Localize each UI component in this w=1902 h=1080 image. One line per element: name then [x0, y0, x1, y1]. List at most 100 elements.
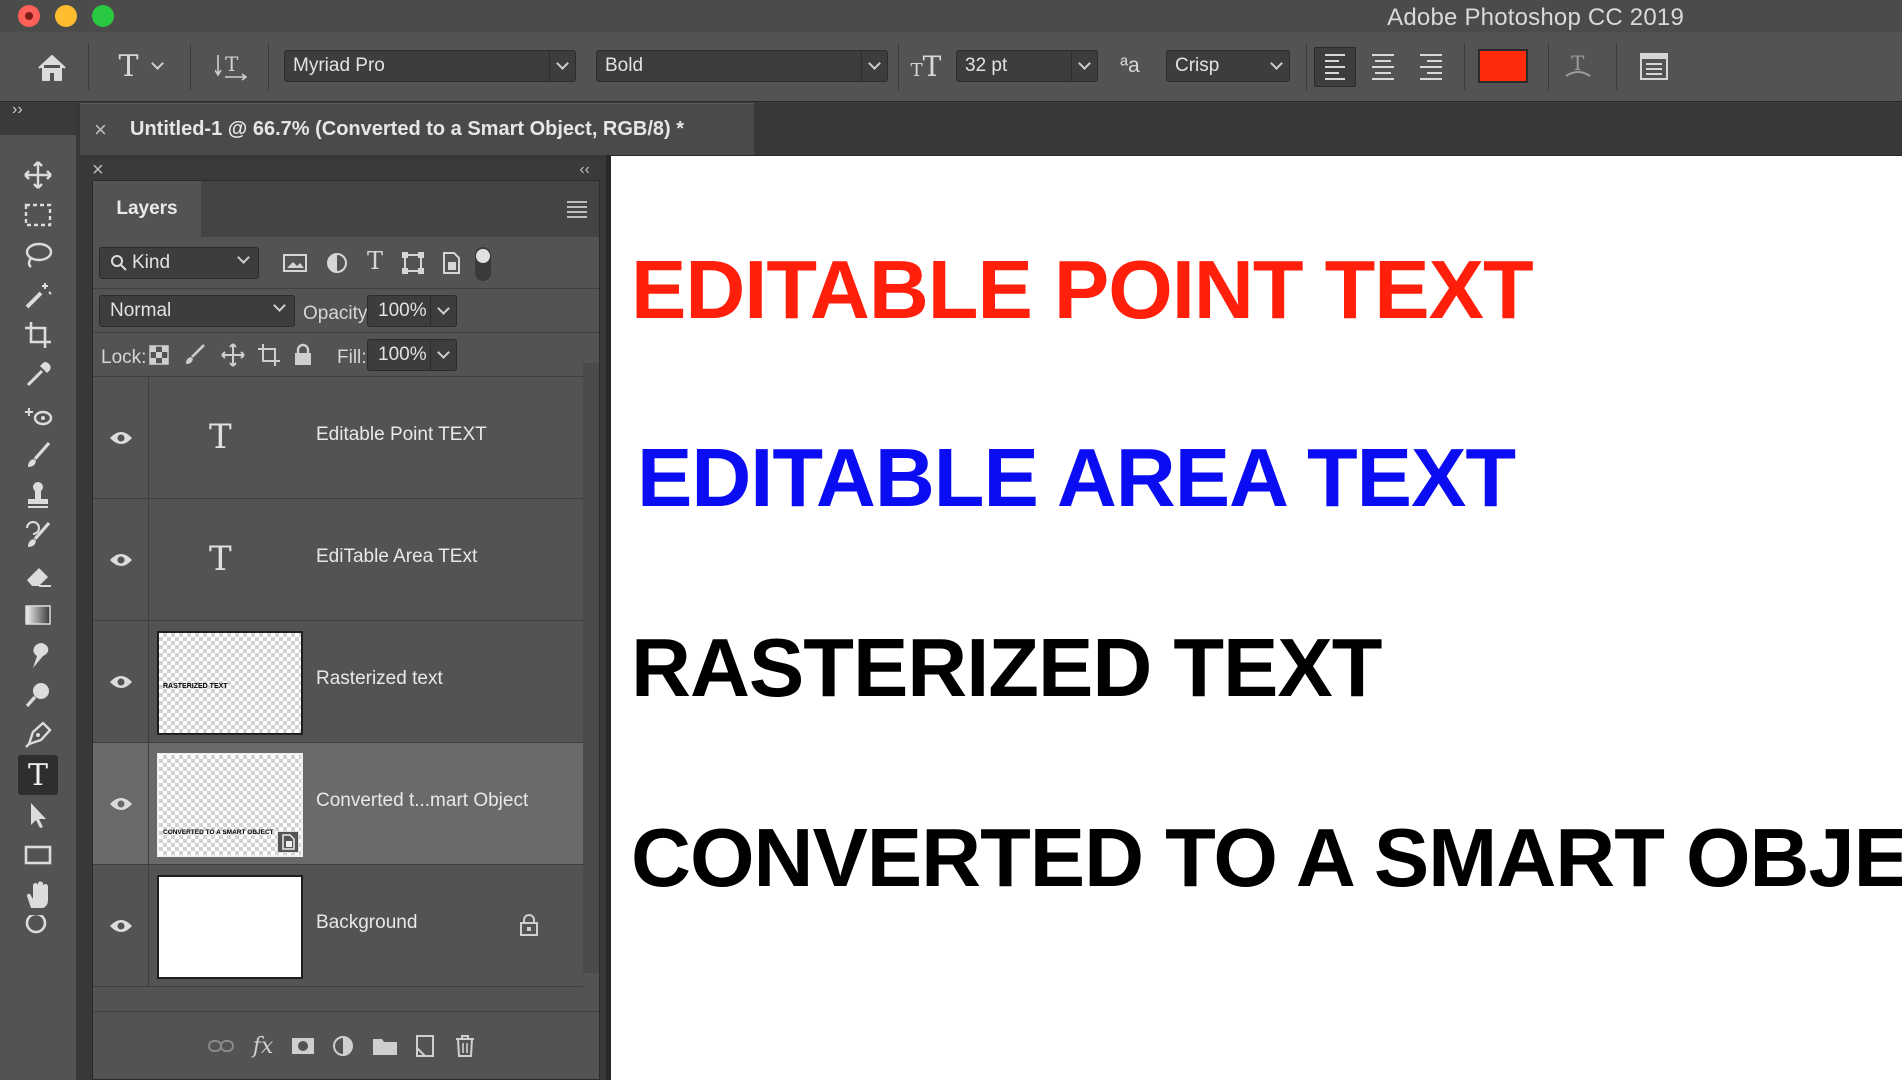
eraser-tool-icon[interactable]: [18, 555, 58, 595]
layers-scrollbar[interactable]: [583, 363, 599, 973]
opacity-slider-toggle[interactable]: [431, 295, 457, 327]
close-panel-icon[interactable]: ×: [92, 159, 104, 182]
blend-row: Normal Opacity: 100%: [93, 289, 599, 333]
visibility-eye-icon[interactable]: [93, 621, 149, 742]
layer-name[interactable]: Rasterized text: [316, 668, 443, 690]
tools-panel: T: [0, 135, 76, 1080]
filter-shape-icon[interactable]: [401, 251, 425, 275]
visibility-eye-icon[interactable]: [93, 377, 149, 498]
crop-tool-icon[interactable]: [18, 315, 58, 355]
filter-toggle-switch[interactable]: [475, 247, 491, 281]
lock-all-icon[interactable]: [293, 343, 313, 367]
fill-slider-toggle[interactable]: [431, 339, 457, 371]
align-center-button[interactable]: [1362, 47, 1404, 87]
document-canvas[interactable]: EDITABLE POINT TEXT EDITABLE AREA TEXT R…: [611, 156, 1902, 1080]
app-title: Adobe Photoshop CC 2019: [1387, 4, 1684, 31]
lock-position-icon[interactable]: [221, 343, 245, 367]
clone-stamp-tool-icon[interactable]: [18, 475, 58, 515]
font-size-field[interactable]: 32 pt: [956, 50, 1098, 82]
eyedropper-tool-icon[interactable]: [18, 355, 58, 395]
layer-row[interactable]: Background: [93, 865, 583, 987]
layer-name[interactable]: Editable Point TEXT: [316, 424, 487, 446]
canvas-text-line[interactable]: EDITABLE POINT TEXT: [631, 248, 1534, 331]
filter-pixel-icon[interactable]: [283, 253, 307, 273]
marquee-tool-icon[interactable]: [18, 195, 58, 235]
align-right-button[interactable]: [1410, 47, 1452, 87]
align-left-button[interactable]: [1314, 47, 1356, 87]
tool-preset-picker[interactable]: T: [112, 48, 168, 84]
antialias-dropdown[interactable]: Crisp: [1166, 50, 1290, 82]
path-selection-tool-icon[interactable]: [18, 795, 58, 835]
move-tool-icon[interactable]: [18, 155, 58, 195]
hand-tool-icon[interactable]: [18, 875, 58, 915]
panel-menu-icon[interactable]: [567, 201, 587, 221]
history-brush-tool-icon[interactable]: [18, 515, 58, 555]
new-fill-adjustment-layer-icon[interactable]: [327, 1030, 359, 1062]
antialias-icon: ªa: [1120, 54, 1140, 77]
layer-row[interactable]: T Editable Point TEXT: [93, 377, 583, 499]
blend-mode-dropdown[interactable]: Normal: [99, 295, 295, 327]
window-close-button[interactable]: [18, 5, 40, 27]
character-panel-icon[interactable]: [1634, 48, 1674, 84]
brush-tool-icon[interactable]: [18, 435, 58, 475]
home-icon[interactable]: [34, 52, 70, 84]
collapse-panel-icon[interactable]: ‹‹: [579, 161, 590, 179]
layer-name[interactable]: EdiTable Area TExt: [316, 546, 477, 568]
lasso-tool-icon[interactable]: [18, 235, 58, 275]
smart-object-badge-icon: [277, 831, 299, 853]
healing-brush-tool-icon[interactable]: [18, 395, 58, 435]
zoom-tool-icon[interactable]: [18, 915, 58, 935]
filter-smart-object-icon[interactable]: [439, 251, 463, 275]
lock-transparent-pixels-icon[interactable]: [149, 345, 169, 365]
rectangle-tool-icon[interactable]: [18, 835, 58, 875]
filter-adjustment-icon[interactable]: [325, 251, 349, 275]
document-tab-bar: × Untitled-1 @ 66.7% (Converted to a Sma…: [76, 103, 1902, 155]
visibility-eye-icon[interactable]: [93, 743, 149, 864]
opacity-field[interactable]: 100%: [367, 295, 431, 327]
layer-row[interactable]: RASTERIZED TEXT Rasterized text: [93, 621, 583, 743]
text-color-swatch[interactable]: [1478, 49, 1528, 83]
layers-panel-footer: fx: [93, 1011, 599, 1079]
type-tool-icon[interactable]: T: [18, 755, 58, 795]
gradient-tool-icon[interactable]: [18, 595, 58, 635]
delete-layer-icon[interactable]: [449, 1030, 481, 1062]
visibility-eye-icon[interactable]: [93, 499, 149, 620]
filter-kind-dropdown[interactable]: Kind: [99, 247, 259, 279]
tab-layers[interactable]: Layers: [93, 181, 201, 237]
new-layer-icon[interactable]: [409, 1030, 441, 1062]
layer-row[interactable]: T EdiTable Area TExt: [93, 499, 583, 621]
lock-image-pixels-icon[interactable]: [183, 343, 207, 367]
font-size-icon: TT: [910, 49, 942, 83]
layer-name[interactable]: Converted t...mart Object: [316, 790, 528, 812]
dodge-tool-icon[interactable]: [18, 675, 58, 715]
smudge-tool-icon[interactable]: [18, 635, 58, 675]
chevron-down-icon: [237, 251, 250, 264]
font-family-dropdown[interactable]: Myriad Pro: [284, 50, 576, 82]
expand-toolbar-icon[interactable]: ››: [12, 101, 23, 119]
fill-field[interactable]: 100%: [367, 339, 431, 371]
filter-type-icon[interactable]: T: [367, 247, 383, 275]
text-orientation-icon[interactable]: T: [212, 48, 252, 84]
window-minimize-button[interactable]: [55, 5, 77, 27]
warp-text-icon[interactable]: T: [1558, 48, 1598, 84]
font-style-dropdown[interactable]: Bold: [596, 50, 888, 82]
add-mask-icon[interactable]: [287, 1030, 319, 1062]
canvas-text-line[interactable]: RASTERIZED TEXT: [631, 626, 1382, 709]
add-layer-style-icon[interactable]: fx: [247, 1030, 279, 1062]
document-tab[interactable]: × Untitled-1 @ 66.7% (Converted to a Sma…: [80, 103, 754, 155]
close-tab-icon[interactable]: ×: [94, 117, 116, 143]
visibility-eye-icon[interactable]: [93, 865, 149, 986]
fill-label: Fill:: [337, 347, 367, 368]
magic-wand-tool-icon[interactable]: [18, 275, 58, 315]
pen-tool-icon[interactable]: [18, 715, 58, 755]
new-group-folder-icon[interactable]: [369, 1030, 401, 1062]
layer-row-selected[interactable]: CONVERTED TO A SMART OBJECT Converted t.…: [93, 743, 583, 865]
panel-tab-strip: Layers: [93, 181, 599, 237]
window-maximize-button[interactable]: [92, 5, 114, 27]
layer-name[interactable]: Background: [316, 912, 417, 934]
canvas-text-line[interactable]: CONVERTED TO A SMART OBJECT: [631, 816, 1902, 899]
link-layers-icon[interactable]: [205, 1030, 237, 1062]
canvas-text-line[interactable]: EDITABLE AREA TEXT: [637, 436, 1516, 519]
lock-icon[interactable]: [519, 913, 539, 937]
lock-artboard-icon[interactable]: [257, 343, 281, 367]
